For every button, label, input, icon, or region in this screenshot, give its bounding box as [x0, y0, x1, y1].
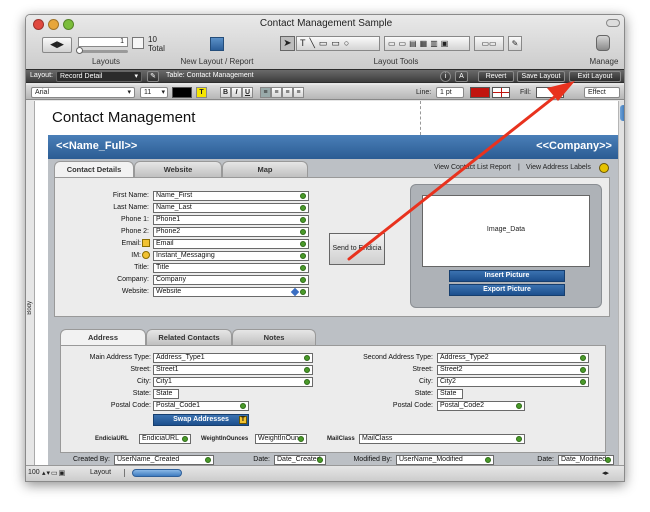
arrow-shaft	[347, 89, 564, 261]
annotation-arrow-icon	[347, 81, 575, 261]
